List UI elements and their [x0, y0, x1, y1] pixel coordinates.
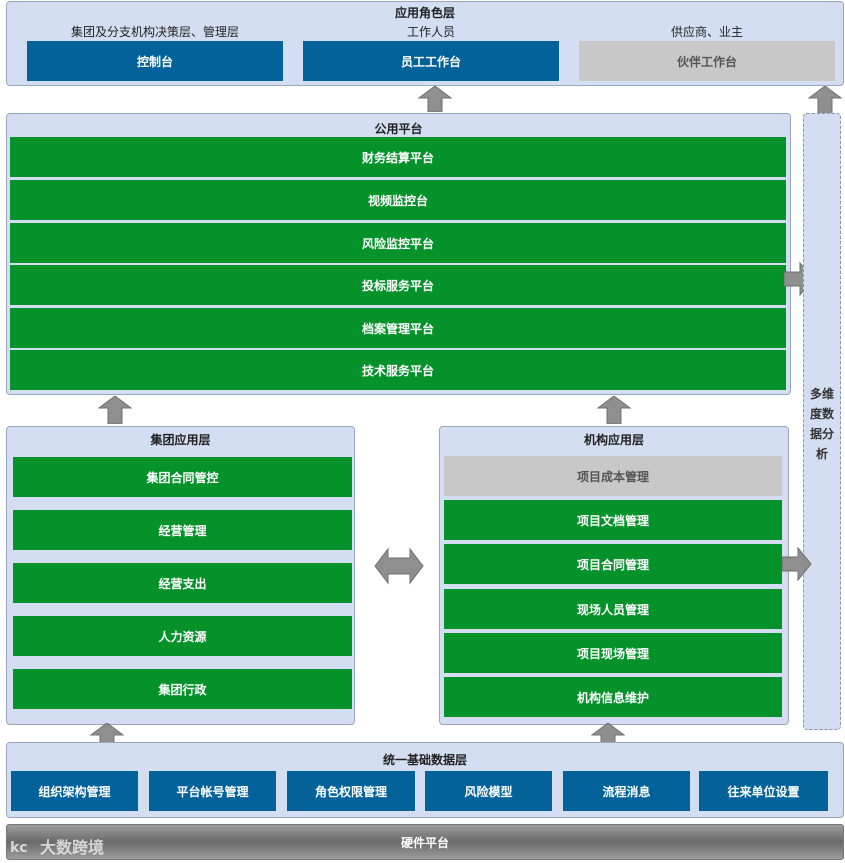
- group-item-operation[interactable]: 经营管理: [13, 510, 352, 550]
- role-layer-panel: 应用角色层 集团及分支机构决策层、管理层 工作人员 供应商、业主 控制台 员工工…: [6, 1, 844, 86]
- role-layer-title: 应用角色层: [394, 6, 455, 20]
- console-button[interactable]: 控制台: [27, 41, 283, 81]
- double-arrow-icon: [374, 547, 424, 585]
- public-platform-title: 公用平台: [374, 122, 423, 136]
- data-item-role[interactable]: 角色权限管理: [287, 771, 415, 811]
- svg-text:kc: kc: [10, 840, 28, 856]
- group-item-hr[interactable]: 人力资源: [13, 616, 352, 656]
- watermark-text: 大数跨境: [40, 838, 105, 857]
- hardware-platform-bar: 硬件平台: [6, 824, 844, 860]
- group-item-expense[interactable]: 经营支出: [13, 563, 352, 603]
- role-subtitle-1: 集团及分支机构决策层、管理层: [70, 25, 239, 39]
- role-subtitle-3: 供应商、业主: [670, 25, 743, 39]
- platform-item-archive[interactable]: 档案管理平台: [10, 308, 786, 348]
- arrow-up-icon: [98, 396, 132, 424]
- arrow-up-icon: [597, 396, 631, 424]
- data-item-account[interactable]: 平台帐号管理: [149, 771, 276, 811]
- data-layer-title: 统一基础数据层: [382, 753, 467, 767]
- watermark-logo-icon: kc: [10, 840, 28, 856]
- data-layer-panel: 统一基础数据层 组织架构管理 平台帐号管理 角色权限管理 风险模型 流程消息 往…: [6, 742, 844, 818]
- data-item-flow[interactable]: 流程消息: [563, 771, 690, 811]
- partner-workbench-button[interactable]: 伙伴工作台: [579, 41, 835, 81]
- employee-workbench-button[interactable]: 员工工作台: [303, 41, 559, 81]
- arrow-right-icon: [782, 547, 812, 581]
- role-subtitle-2: 工作人员: [406, 25, 455, 39]
- public-platform-panel: 公用平台 财务结算平台 视频监控台 风险监控平台 投标服务平台 档案管理平台 技…: [6, 113, 791, 395]
- org-item-site[interactable]: 项目现场管理: [444, 633, 782, 673]
- platform-item-tech[interactable]: 技术服务平台: [10, 350, 786, 390]
- org-app-layer-panel: 机构应用层 项目成本管理 项目文档管理 项目合同管理 现场人员管理 项目现场管理…: [439, 426, 789, 725]
- arrow-up-icon: [418, 86, 452, 112]
- platform-item-risk[interactable]: 风险监控平台: [10, 223, 786, 263]
- group-app-layer-title: 集团应用层: [150, 433, 211, 447]
- org-item-staff[interactable]: 现场人员管理: [444, 589, 782, 629]
- arrow-up-icon: [808, 86, 842, 114]
- analysis-panel: 多维 度数 据分 析: [803, 113, 841, 730]
- hardware-platform-label: 硬件平台: [400, 835, 449, 850]
- org-app-layer-title: 机构应用层: [583, 433, 644, 447]
- platform-item-bidding[interactable]: 投标服务平台: [10, 265, 786, 305]
- group-item-admin[interactable]: 集团行政: [13, 669, 352, 709]
- data-item-risk[interactable]: 风险模型: [425, 771, 552, 811]
- org-item-docs[interactable]: 项目文档管理: [444, 500, 782, 540]
- watermark: kc 大数跨境: [10, 834, 104, 858]
- org-item-info[interactable]: 机构信息维护: [444, 677, 782, 717]
- group-app-layer-panel: 集团应用层 集团合同管控 经营管理 经营支出 人力资源 集团行政: [6, 426, 355, 725]
- data-item-partner[interactable]: 往来单位设置: [699, 771, 828, 811]
- org-item-contract[interactable]: 项目合同管理: [444, 544, 782, 584]
- group-item-contract[interactable]: 集团合同管控: [13, 457, 352, 497]
- platform-item-finance[interactable]: 财务结算平台: [10, 137, 786, 177]
- analysis-label: 多维 度数 据分 析: [809, 387, 834, 461]
- data-item-org[interactable]: 组织架构管理: [11, 771, 138, 811]
- org-item-cost[interactable]: 项目成本管理: [444, 456, 782, 496]
- platform-item-video[interactable]: 视频监控台: [10, 180, 786, 220]
